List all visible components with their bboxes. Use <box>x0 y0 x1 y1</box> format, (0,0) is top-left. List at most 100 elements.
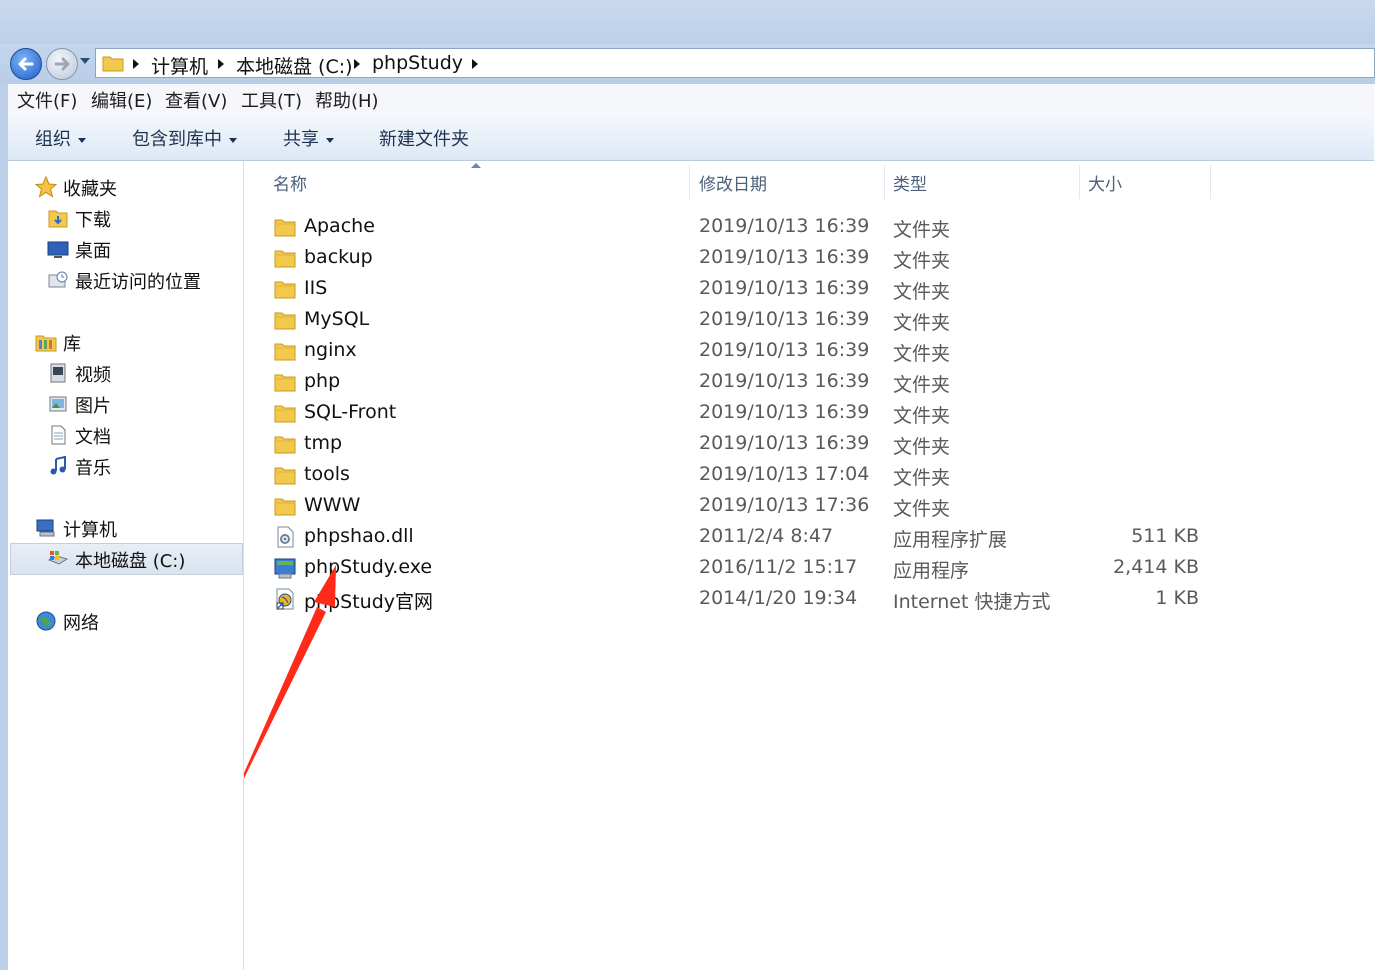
folder-icon <box>274 216 296 238</box>
file-list-pane: 名称 修改日期 类型 大小 Apache 2019/10/13 16:39 文件夹 b… <box>244 161 1375 970</box>
include-in-library-button[interactable]: 包含到库中 <box>132 125 237 151</box>
column-header-type[interactable]: 类型 <box>893 170 927 195</box>
table-row[interactable]: tmp 2019/10/13 16:39 文件夹 <box>244 429 1375 460</box>
column-header-size[interactable]: 大小 <box>1088 170 1122 195</box>
breadcrumb-separator[interactable] <box>218 59 224 69</box>
folder-icon <box>274 278 296 300</box>
chevron-down-icon <box>229 137 237 143</box>
column-divider[interactable] <box>884 165 885 199</box>
recent-pages-dropdown[interactable] <box>80 58 90 64</box>
nav-desktop-label: 桌面 <box>75 241 111 262</box>
table-row[interactable]: php 2019/10/13 16:39 文件夹 <box>244 367 1375 398</box>
table-row[interactable]: phpStudy官网 2014/1/20 19:34 Internet 快捷方式 1 … <box>244 584 1375 615</box>
documents-library-icon <box>51 425 66 445</box>
desktop-icon <box>47 241 69 258</box>
table-row[interactable]: backup 2019/10/13 16:39 文件夹 <box>244 243 1375 274</box>
table-row[interactable]: phpshao.dll 2011/2/4 8:47 应用程序扩展 511 KB <box>244 522 1375 553</box>
nav-libraries-label: 库 <box>63 334 81 355</box>
file-type: 文件夹 <box>893 498 951 520</box>
video-library-icon <box>50 363 66 383</box>
menu-bar: 文件(F) 编辑(E) 查看(V) 工具(T) 帮助(H) <box>8 84 1374 115</box>
table-row[interactable]: nginx 2019/10/13 16:39 文件夹 <box>244 336 1375 367</box>
file-modified-date: 2011/2/4 8:47 <box>699 525 834 547</box>
file-modified-date: 2019/10/13 17:04 <box>699 463 870 485</box>
file-type: 应用程序扩展 <box>893 529 1008 551</box>
table-row[interactable]: phpStudy.exe 2016/11/2 15:17 应用程序 2,414 KB <box>244 553 1375 584</box>
menu-file[interactable]: 文件(F) <box>17 87 77 113</box>
file-type: 文件夹 <box>893 281 951 303</box>
file-name: backup <box>304 246 373 268</box>
file-name: phpshao.dll <box>304 525 414 547</box>
back-arrow-icon <box>18 57 34 71</box>
nav-music-label: 音乐 <box>75 458 111 479</box>
folder-icon <box>274 433 296 455</box>
organize-label: 组织 <box>35 129 71 150</box>
file-modified-date: 2019/10/13 17:36 <box>699 494 870 516</box>
column-header-name[interactable]: 名称 <box>273 170 307 195</box>
breadcrumb-separator[interactable] <box>133 59 139 69</box>
nav-downloads-label: 下载 <box>75 210 111 231</box>
file-modified-date: 2019/10/13 16:39 <box>699 370 870 392</box>
menu-tools[interactable]: 工具(T) <box>241 87 302 113</box>
table-row[interactable]: IIS 2019/10/13 16:39 文件夹 <box>244 274 1375 305</box>
file-type: 文件夹 <box>893 250 951 272</box>
folder-icon <box>274 340 296 362</box>
forward-button[interactable] <box>46 48 78 80</box>
file-type: 文件夹 <box>893 374 951 396</box>
hard-drive-icon <box>47 551 69 565</box>
chevron-down-icon <box>78 137 86 143</box>
file-name: phpStudy.exe <box>304 556 433 578</box>
column-header-date[interactable]: 修改日期 <box>699 170 767 195</box>
nav-pictures-label: 图片 <box>75 396 111 417</box>
table-row[interactable]: tools 2019/10/13 17:04 文件夹 <box>244 460 1375 491</box>
nav-documents-label: 文档 <box>75 427 111 448</box>
column-divider[interactable] <box>1210 165 1211 199</box>
star-icon <box>35 176 57 198</box>
menu-edit[interactable]: 编辑(E) <box>91 87 152 113</box>
back-button[interactable] <box>10 48 42 80</box>
menu-view[interactable]: 查看(V) <box>165 87 227 113</box>
arrow-shaft <box>244 607 326 779</box>
table-row[interactable]: MySQL 2019/10/13 16:39 文件夹 <box>244 305 1375 336</box>
file-type: 文件夹 <box>893 219 951 241</box>
file-modified-date: 2019/10/13 16:39 <box>699 308 870 330</box>
file-type: 文件夹 <box>893 343 951 365</box>
table-row[interactable]: SQL-Front 2019/10/13 16:39 文件夹 <box>244 398 1375 429</box>
address-bar[interactable]: 计算机 本地磁盘 (C:) phpStudy <box>95 48 1375 78</box>
file-modified-date: 2019/10/13 16:39 <box>699 246 870 268</box>
libraries-icon <box>35 335 57 352</box>
address-row: 计算机 本地磁盘 (C:) phpStudy <box>0 44 1375 84</box>
file-name: nginx <box>304 339 357 361</box>
breadcrumb-separator[interactable] <box>472 59 478 69</box>
new-folder-button[interactable]: 新建文件夹 <box>379 125 469 151</box>
table-row[interactable]: WWW 2019/10/13 17:36 文件夹 <box>244 491 1375 522</box>
file-size: 1 KB <box>1155 587 1199 609</box>
breadcrumb-computer[interactable]: 计算机 <box>151 52 208 79</box>
table-row[interactable]: Apache 2019/10/13 16:39 文件夹 <box>244 212 1375 243</box>
nav-network-label: 网络 <box>63 613 99 634</box>
breadcrumb-separator[interactable] <box>354 59 360 69</box>
nav-recent-label: 最近访问的位置 <box>75 272 201 293</box>
file-modified-date: 2019/10/13 16:39 <box>699 339 870 361</box>
breadcrumb-local-disk[interactable]: 本地磁盘 (C:) <box>236 52 353 79</box>
network-globe-icon <box>36 611 56 631</box>
folder-icon <box>274 464 296 486</box>
file-size: 2,414 KB <box>1113 556 1199 578</box>
column-divider[interactable] <box>1079 165 1080 199</box>
pictures-library-icon <box>49 396 67 412</box>
file-type: 文件夹 <box>893 312 951 334</box>
menu-help[interactable]: 帮助(H) <box>315 87 379 113</box>
column-divider[interactable] <box>689 165 690 199</box>
folder-icon <box>274 309 296 331</box>
share-button[interactable]: 共享 <box>283 125 334 151</box>
include-library-label: 包含到库中 <box>132 129 222 150</box>
folder-icon <box>274 371 296 393</box>
breadcrumb-phpstudy[interactable]: phpStudy <box>372 52 463 74</box>
file-type: Internet 快捷方式 <box>893 591 1051 613</box>
file-modified-date: 2016/11/2 15:17 <box>699 556 858 578</box>
nav-local-disk-label: 本地磁盘 (C:) <box>75 551 186 572</box>
recent-places-icon <box>48 271 68 288</box>
navigation-pane: 收藏夹 下载 桌面 最近访问的位置 库 视频 图片 文档 音乐 计算机 本地磁盘… <box>8 161 244 970</box>
organize-button[interactable]: 组织 <box>35 125 86 151</box>
file-name: WWW <box>304 494 361 516</box>
